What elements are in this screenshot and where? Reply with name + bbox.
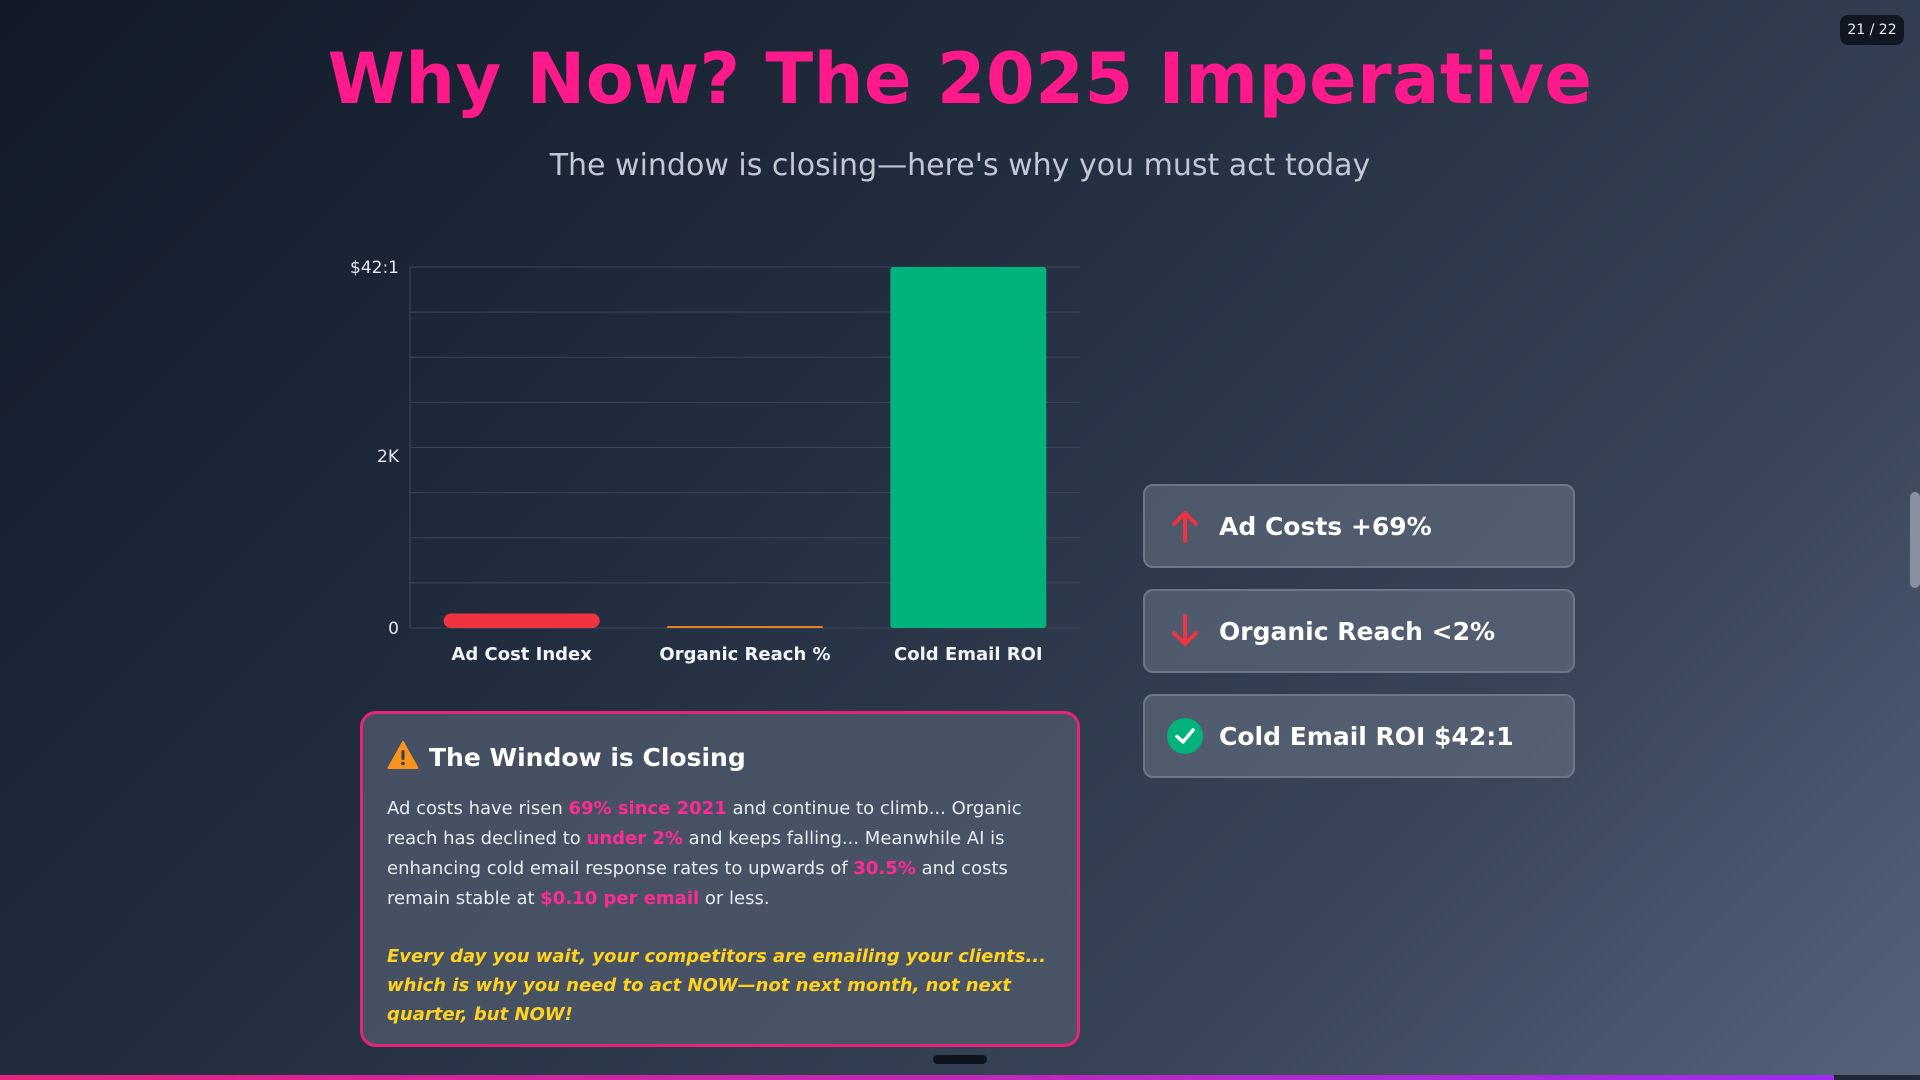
slide-progress-fill — [0, 1075, 1834, 1080]
bar-chart: 0 2K $42:1 Ad Cost Index Organic Reach % Cold… — [350, 250, 1090, 670]
legend-label: Ad Costs +69% — [1219, 511, 1432, 541]
highlight-organic-reach: under 2% — [586, 828, 683, 849]
warning-text: Ad costs have risen — [387, 798, 569, 819]
warning-title: The Window is Closing — [429, 742, 746, 772]
page-title: Why Now? The 2025 Imperative — [327, 38, 1593, 120]
check-circle-icon — [1165, 716, 1205, 756]
y-tick-label: $42:1 — [350, 258, 399, 278]
legend-cards: Ad Costs +69% Organic Reach <2% Cold Ema… — [1143, 484, 1575, 799]
legend-card-cold-email: Cold Email ROI $42:1 — [1143, 694, 1575, 778]
urgent-callout: Every day you wait, your competitors are… — [387, 946, 1046, 1025]
x-tick-label: Cold Email ROI — [894, 644, 1043, 665]
bottom-drag-handle[interactable] — [933, 1055, 987, 1064]
arrow-up-icon — [1165, 506, 1205, 546]
x-tick-label: Ad Cost Index — [451, 644, 592, 665]
highlight-ad-cost-rise: 69% since 2021 — [568, 798, 727, 819]
legend-card-ad-costs: Ad Costs +69% — [1143, 484, 1575, 568]
warning-paragraph: Ad costs have risen 69% since 2021 and c… — [387, 794, 1053, 914]
warning-box: The Window is Closing Ad costs have rise… — [360, 711, 1080, 1047]
highlight-response-rate: 30.5% — [853, 858, 916, 879]
slide-progress-track — [0, 1075, 1920, 1080]
warning-triangle-icon — [387, 740, 419, 774]
x-tick-label: Organic Reach % — [659, 644, 830, 665]
chart-svg: 0 2K $42:1 Ad Cost Index Organic Reach % Cold… — [350, 258, 1080, 665]
page-subtitle: The window is closing—here's why you mus… — [549, 148, 1371, 183]
y-tick-label: 0 — [388, 619, 399, 639]
scrollbar-thumb[interactable] — [1910, 492, 1920, 588]
legend-card-organic-reach: Organic Reach <2% — [1143, 589, 1575, 673]
legend-label: Organic Reach <2% — [1219, 616, 1496, 646]
bar-ad-cost-index — [443, 613, 600, 628]
bar-organic-reach — [667, 626, 823, 628]
warning-header: The Window is Closing — [387, 740, 1053, 774]
legend-label: Cold Email ROI $42:1 — [1219, 721, 1514, 751]
y-tick-label: 2K — [377, 447, 400, 467]
highlight-email-cost: $0.10 per email — [540, 888, 700, 909]
bar-cold-email-roi — [890, 267, 1047, 628]
warning-text: or less. — [699, 888, 770, 909]
arrow-down-icon — [1165, 611, 1205, 651]
